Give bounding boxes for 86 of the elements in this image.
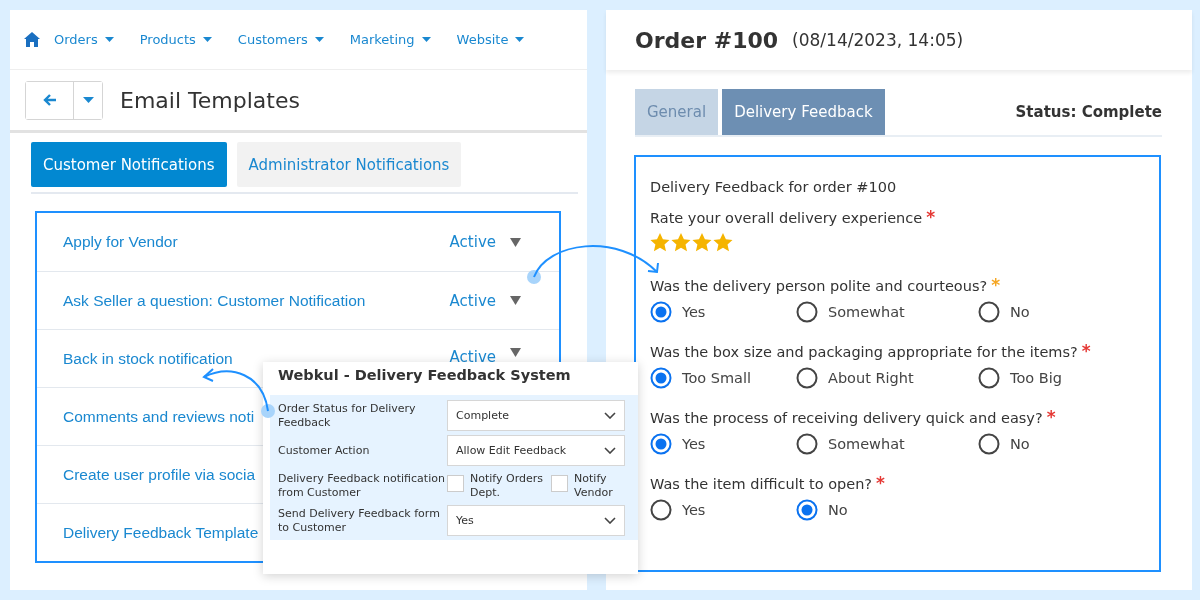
option-label: Somewhat xyxy=(828,304,905,320)
nav-menu[interactable]: Customers xyxy=(237,32,324,47)
checkbox[interactable] xyxy=(551,474,569,492)
tab[interactable]: Customer Notifications xyxy=(31,142,227,187)
checkbox[interactable] xyxy=(447,474,464,492)
question-label: Was the item difficult to open? xyxy=(650,476,873,492)
dropdown-arrow-icon xyxy=(510,237,521,247)
checkbox-label: Notify Orders Dept. xyxy=(470,471,544,500)
template-link[interactable]: Create user profile via socia xyxy=(63,465,256,484)
status-text: Active xyxy=(449,291,496,310)
required-mark: * xyxy=(876,473,885,493)
question-label: Rate your overall delivery experience xyxy=(650,210,923,226)
home-icon xyxy=(23,31,41,48)
back-arrow-icon xyxy=(41,93,58,107)
option-label: Too Big xyxy=(1010,370,1062,386)
star-icon xyxy=(650,233,670,252)
tab[interactable]: General xyxy=(635,89,719,135)
field-label: Order Status for Delivery Feedback xyxy=(278,401,417,430)
radio-button[interactable] xyxy=(978,433,1000,455)
option-label: Too Small xyxy=(682,370,752,386)
page-title: Email Templates xyxy=(120,87,300,113)
chevron-down-icon xyxy=(604,517,616,524)
caret-icon xyxy=(82,97,94,103)
nav-menu[interactable]: Products xyxy=(139,32,212,47)
radio-button[interactable] xyxy=(796,499,818,521)
option-label: No xyxy=(828,502,848,518)
radio-button[interactable] xyxy=(650,433,672,455)
chevron-down-icon xyxy=(604,412,616,419)
radio-button[interactable] xyxy=(650,367,672,389)
status-text: Active xyxy=(449,348,496,366)
order-date: (08/14/2023, 14:05) xyxy=(792,30,964,50)
option-label: No xyxy=(1010,304,1030,320)
field-label: Send Delivery Feedback form to Customer xyxy=(278,506,441,535)
radio-button[interactable] xyxy=(796,301,818,323)
option-label: Yes xyxy=(682,502,706,518)
option-label: No xyxy=(1010,436,1030,452)
template-link[interactable]: Comments and reviews noti xyxy=(63,407,255,426)
order-status: Status: Complete xyxy=(1015,103,1162,121)
back-button[interactable] xyxy=(26,81,74,119)
radio-button[interactable] xyxy=(978,301,1000,323)
form-heading: Delivery Feedback for order #100 xyxy=(650,179,898,195)
star-icon xyxy=(692,233,712,252)
caret-icon xyxy=(314,37,324,42)
question-label: Was the box size and packaging appropriate for the items? xyxy=(650,344,1078,360)
chevron-down-icon xyxy=(604,447,616,454)
template-link[interactable]: Apply for Vendor xyxy=(63,233,178,251)
field-label: Customer Action xyxy=(278,443,371,458)
order-title: Order #100 xyxy=(635,27,779,53)
question-label: Was the process of receiving delivery quick and easy? xyxy=(650,410,1043,426)
dropdown-arrow-icon xyxy=(510,348,521,357)
nav-menu[interactable]: Orders xyxy=(54,32,114,47)
required-mark: * xyxy=(1046,407,1056,427)
star-icon xyxy=(713,233,733,252)
tab[interactable]: Delivery Feedback xyxy=(722,89,885,135)
status-text: Active xyxy=(449,233,496,251)
popup-title: Webkul - Delivery Feedback System xyxy=(277,366,572,385)
select-field[interactable]: Yes xyxy=(447,505,625,536)
select-field[interactable]: Allow Edit Feedback xyxy=(447,435,625,466)
template-link[interactable]: Delivery Feedback Template xyxy=(63,523,259,542)
option-label: Somewhat xyxy=(828,436,905,452)
caret-icon xyxy=(202,37,212,42)
radio-button[interactable] xyxy=(796,367,818,389)
nav-menu[interactable]: Marketing xyxy=(349,32,431,47)
template-link[interactable]: Back in stock notification xyxy=(63,349,233,368)
caret-icon xyxy=(421,37,431,42)
dropdown-arrow-icon xyxy=(510,296,521,305)
required-mark: * xyxy=(1081,341,1091,361)
radio-button[interactable] xyxy=(796,433,818,455)
required-mark: * xyxy=(926,207,936,227)
radio-button[interactable] xyxy=(650,499,672,521)
radio-button[interactable] xyxy=(978,367,1000,389)
caret-icon xyxy=(104,37,114,42)
select-field[interactable]: Complete xyxy=(447,400,625,431)
option-label: About Right xyxy=(828,370,914,386)
question-label: Was the delivery person polite and courteous? xyxy=(650,278,988,294)
template-link[interactable]: Ask Seller a question: Customer Notification xyxy=(63,291,366,310)
required-mark: * xyxy=(991,275,1001,295)
tab[interactable]: Administrator Notifications xyxy=(236,142,462,187)
caret-icon xyxy=(515,37,525,42)
star-icon xyxy=(671,233,691,252)
nav-menu[interactable]: Website xyxy=(456,32,525,47)
option-label: Yes xyxy=(682,436,706,452)
radio-button[interactable] xyxy=(650,301,672,323)
field-label: Delivery Feedback notification from Customer xyxy=(278,471,446,500)
checkbox-label: Notify Vendor xyxy=(574,471,614,500)
option-label: Yes xyxy=(682,304,706,320)
